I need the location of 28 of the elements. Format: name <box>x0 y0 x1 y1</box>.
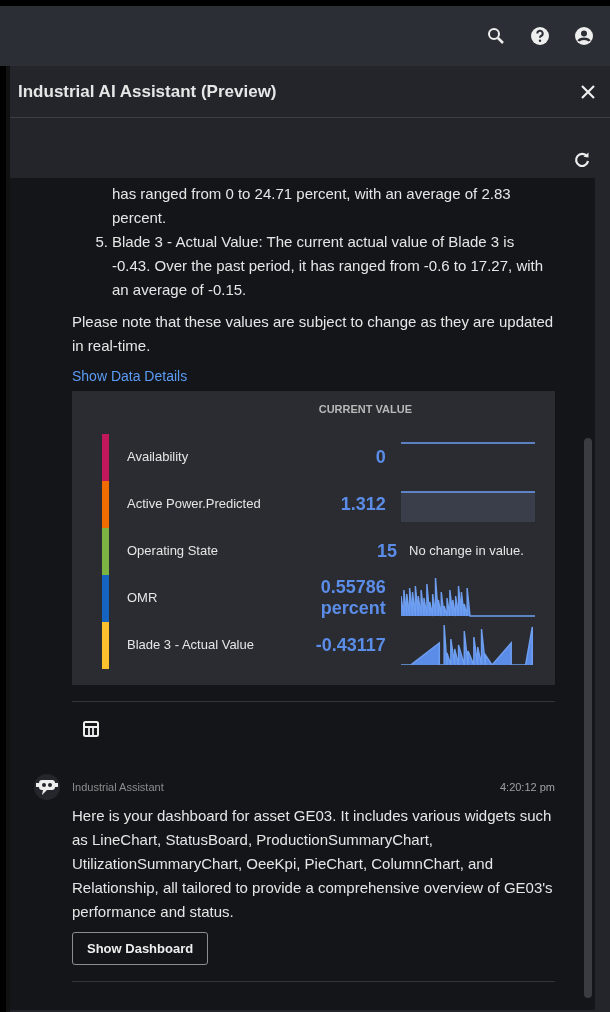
message-time: 4:20:12 pm <box>499 780 555 795</box>
sender-name: Industrial Assistant <box>72 780 165 795</box>
message-text: Here is your dashboard for asset GE03. It includes various widgets such as LineChart, StatusBoard, ProductionSummaryChart, UtilizationSummaryChart, OeeKpi, PieChart, ColumnChart, and Relationship, all tailored to provide a comprehensive overview of GE03's performance and status. <box>72 805 554 922</box>
refresh-icon[interactable] <box>572 150 592 170</box>
message-text: has ranged from 0 to 24.71 percent, with an average of 2.83 percent. <box>111 184 512 228</box>
row-label: Active Power.Predicted <box>126 495 262 514</box>
search-icon[interactable] <box>486 26 506 46</box>
list-number: 5. <box>94 232 109 252</box>
current-value: 0.55786 percent <box>319 577 386 619</box>
details-link[interactable]: Show Data Details <box>72 368 188 384</box>
status-text: No change in value. <box>409 542 524 561</box>
show-dashboard-button[interactable]: Show Dashboard <box>72 931 209 965</box>
help-icon[interactable] <box>530 26 550 46</box>
panel-title: Industrial AI Assistant (Preview) <box>18 80 277 103</box>
current-value: 1.312 <box>339 493 386 515</box>
row-label: Availability <box>126 448 190 467</box>
column-header: CURRENT VALUE <box>317 402 412 417</box>
row-label: Blade 3 - Actual Value <box>126 636 255 655</box>
current-value: -0.43117 <box>314 634 386 656</box>
table-icon[interactable] <box>82 720 100 739</box>
message-text: Please note that these values are subject to change as they are updated in real-time. <box>72 312 555 356</box>
row-label: OMR <box>126 589 159 608</box>
row-label: Operating State <box>126 542 220 561</box>
current-value: 0 <box>374 446 386 468</box>
scrollbar[interactable] <box>584 438 592 998</box>
current-value: 15 <box>375 540 397 562</box>
message-text: Blade 3 - Actual Value: The current actual value of Blade 3 is -0.43. Over the past period, it has ranged from -0.6 to 17.27, with an average of -0.15. <box>112 232 545 300</box>
account-icon[interactable] <box>574 26 594 46</box>
